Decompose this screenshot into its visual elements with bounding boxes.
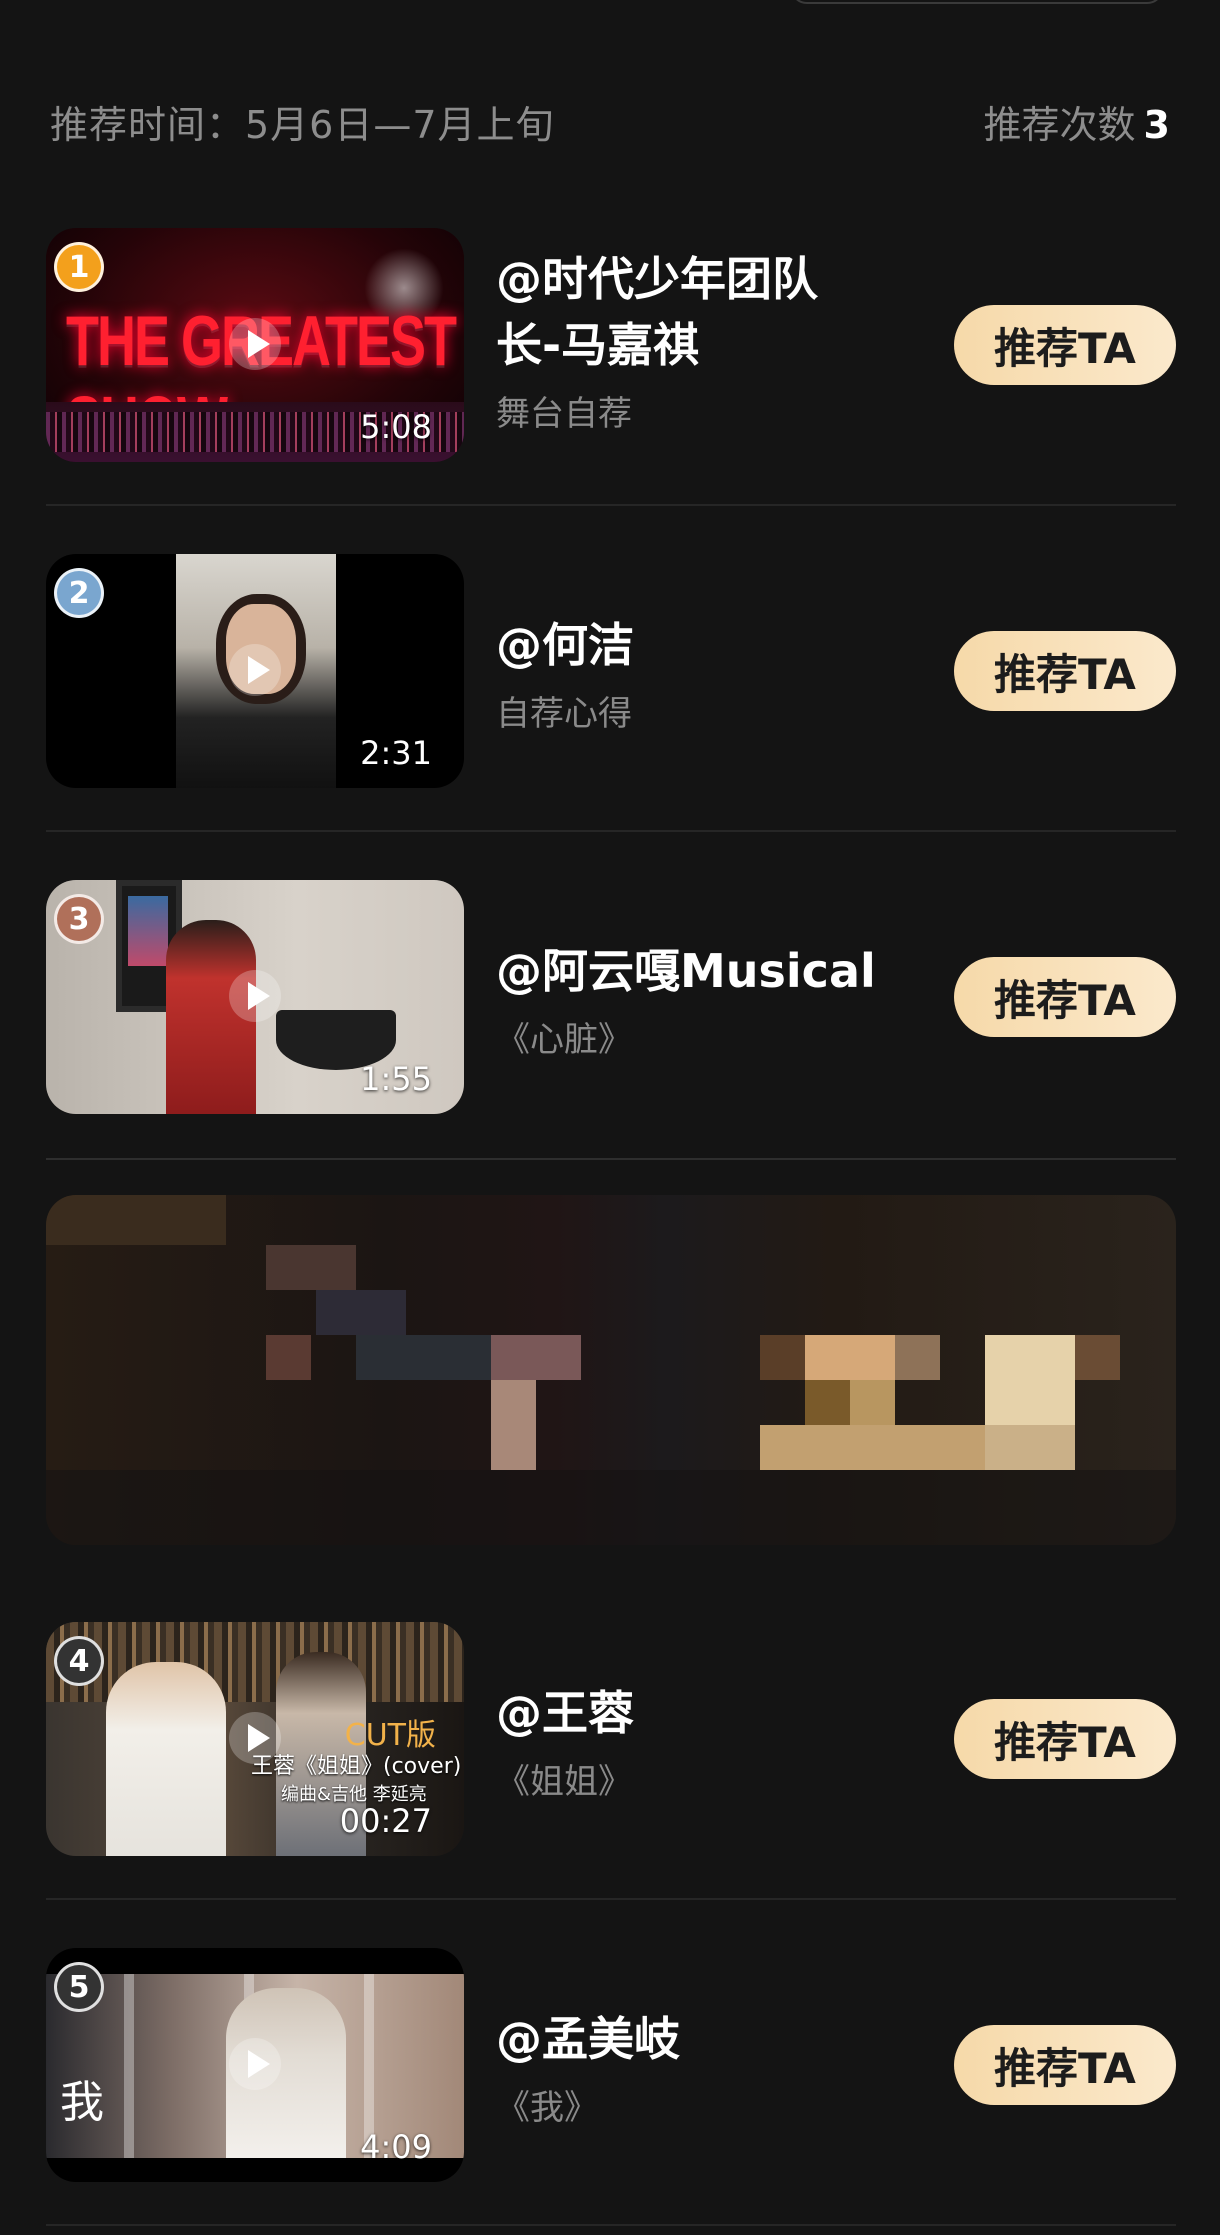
play-icon[interactable] (229, 2038, 281, 2090)
rank-badge: 2 (54, 568, 104, 618)
list-item-5[interactable]: 我 5 4:09 @孟美岐 《我》 推荐TA (46, 1948, 1176, 2188)
video-duration: 2:31 (360, 734, 432, 772)
video-thumbnail[interactable]: 2 2:31 (46, 554, 464, 788)
divider (46, 1898, 1176, 1900)
divider (46, 504, 1176, 506)
pixelated-content (46, 1195, 1176, 1545)
play-icon[interactable] (229, 1712, 281, 1764)
item-subtitle: 《心脏》 (496, 1020, 632, 1060)
creator-name[interactable]: @孟美岐 (496, 2006, 936, 2072)
play-icon[interactable] (229, 970, 281, 1022)
thumbnail-caption: 王蓉《姐姐》(cover) (251, 1754, 462, 1779)
creator-name[interactable]: @时代少年团队 长-马嘉祺 (496, 246, 936, 378)
item-subtitle: 《姐姐》 (496, 1762, 632, 1802)
rank-badge: 4 (54, 1636, 104, 1686)
rank-badge: 5 (54, 1962, 104, 2012)
video-duration: 4:09 (360, 2128, 432, 2166)
video-thumbnail[interactable]: CUT版 王蓉《姐姐》(cover) 编曲&吉他 李延亮 4 00:27 (46, 1622, 464, 1856)
play-icon[interactable] (229, 644, 281, 696)
video-duration: 5:08 (360, 408, 432, 446)
item-subtitle: 《我》 (496, 2088, 598, 2128)
video-duration: 00:27 (339, 1802, 432, 1840)
creator-name[interactable]: @何洁 (496, 612, 936, 678)
creator-name[interactable]: @王蓉 (496, 1680, 936, 1746)
video-duration: 1:55 (360, 1060, 432, 1098)
play-icon[interactable] (229, 318, 281, 370)
rank-badge: 1 (54, 242, 104, 292)
item-subtitle: 舞台自荐 (496, 394, 632, 434)
list-item-4[interactable]: CUT版 王蓉《姐姐》(cover) 编曲&吉他 李延亮 4 00:27 @王蓉… (46, 1622, 1176, 1862)
list-item-2[interactable]: 2 2:31 @何洁 自荐心得 推荐TA (46, 554, 1176, 794)
video-thumbnail[interactable]: 我 5 4:09 (46, 1948, 464, 2182)
video-thumbnail[interactable]: THE GREATEST SHOW 1 5:08 (46, 228, 464, 462)
thumbnail-char: 我 (60, 2077, 104, 2128)
recommend-button[interactable]: 推荐TA (954, 305, 1176, 385)
list-item-1[interactable]: THE GREATEST SHOW 1 5:08 @时代少年团队长-马嘉祺 舞台… (46, 228, 1176, 468)
recommend-count: 推荐次数 3 (983, 102, 1170, 147)
divider (46, 830, 1176, 832)
list-item-3[interactable]: 3 1:55 @阿云嘎Musical 《心脏》 推荐TA (46, 880, 1176, 1120)
video-thumbnail[interactable]: 3 1:55 (46, 880, 464, 1114)
item-subtitle: 自荐心得 (496, 694, 632, 734)
rank-badge: 3 (54, 894, 104, 944)
divider (46, 2224, 1176, 2226)
recommend-header: 推荐时间：5月6日—7月上旬 推荐次数 3 (50, 96, 1170, 147)
recommend-button[interactable]: 推荐TA (954, 1699, 1176, 1779)
recommend-button[interactable]: 推荐TA (954, 631, 1176, 711)
recommend-button[interactable]: 推荐TA (954, 957, 1176, 1037)
creator-name[interactable]: @阿云嘎Musical (496, 938, 936, 1004)
recommend-button[interactable]: 推荐TA (954, 2025, 1176, 2105)
top-pill-outline (790, 0, 1164, 4)
recommend-count-value: 3 (1143, 102, 1170, 147)
divider (46, 1158, 1176, 1160)
recommend-time: 推荐时间：5月6日—7月上旬 (50, 102, 555, 147)
